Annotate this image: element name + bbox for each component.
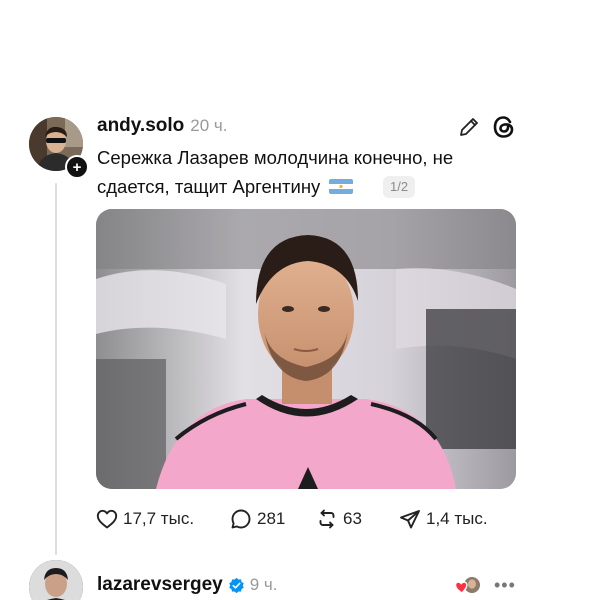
post-text-line-2: сдается, тащит Аргентину: [97, 175, 354, 199]
heart-icon: [96, 509, 118, 529]
share-button[interactable]: 1,4 тыс.: [398, 507, 488, 531]
comment-count: 281: [257, 509, 286, 528]
reply-time: 9 ч.: [249, 575, 278, 594]
threads-logo-icon[interactable]: [491, 114, 517, 140]
follow-button[interactable]: +: [65, 155, 89, 179]
verified-badge-icon: [228, 577, 244, 593]
like-count: 17,7 тыс.: [123, 509, 195, 528]
author-username[interactable]: andy.solo: [97, 115, 184, 137]
follow-plus-icon: +: [72, 158, 82, 176]
liked-by-author-icon: [455, 577, 480, 594]
more-options-icon[interactable]: •••: [494, 575, 516, 595]
reply-header: lazarevsergey 9 ч.: [97, 574, 277, 596]
share-icon: [400, 510, 420, 529]
share-count: 1,4 тыс.: [426, 509, 488, 528]
argentina-flag-icon: [329, 179, 354, 194]
post-image[interactable]: [96, 209, 516, 489]
repost-count: 63: [343, 509, 362, 528]
comment-button[interactable]: 281: [229, 507, 285, 531]
post-text-line-1: Сережка Лазарев молодчина конечно, не: [97, 147, 454, 168]
edit-pencil-icon[interactable]: [457, 115, 481, 139]
repost-button[interactable]: 63: [315, 507, 362, 531]
repost-icon: [319, 509, 335, 529]
like-button[interactable]: 17,7 тыс.: [95, 507, 194, 531]
post-text-line-2-text: сдается, тащит Аргентину: [97, 176, 321, 197]
reply-author-avatar[interactable]: [29, 560, 83, 600]
thread-connector-line: [55, 183, 57, 555]
image-counter-badge: 1/2: [383, 176, 416, 198]
post-time: 20 ч.: [190, 116, 228, 135]
post-header: andy.solo 20 ч.: [97, 115, 228, 137]
comment-icon: [231, 509, 251, 529]
reply-username[interactable]: lazarevsergey: [97, 574, 223, 596]
